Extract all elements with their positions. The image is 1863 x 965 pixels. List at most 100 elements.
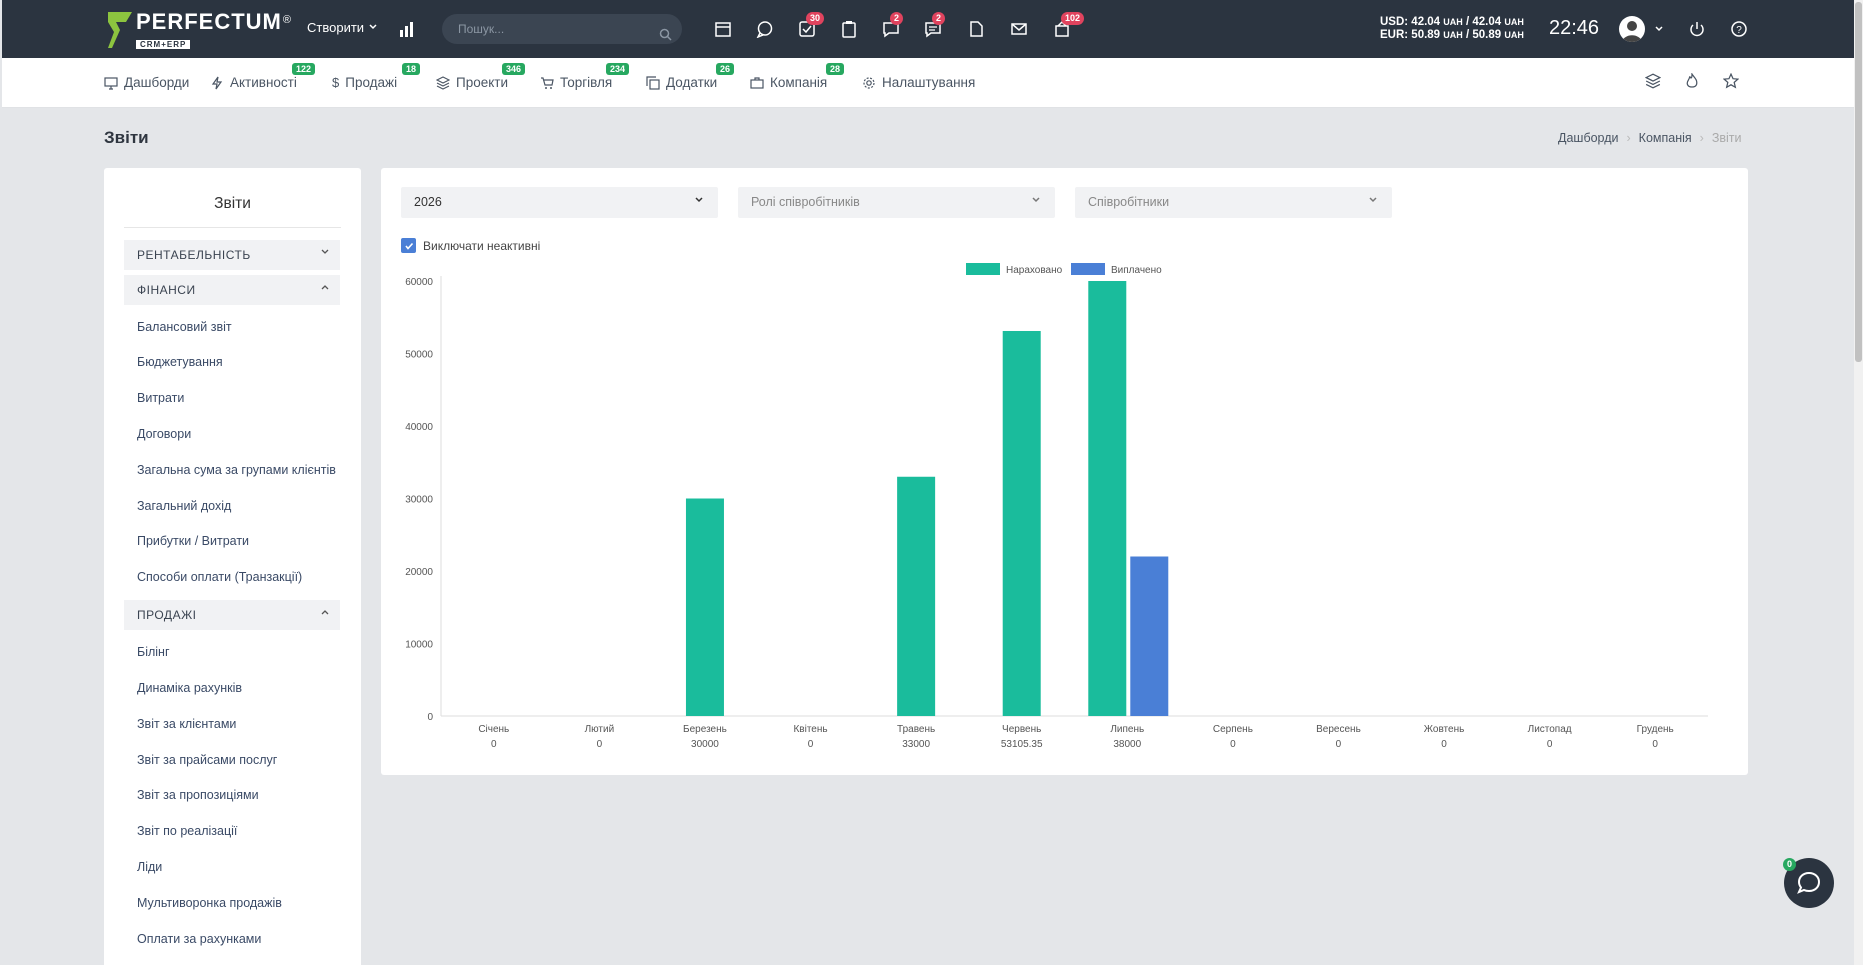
comments-icon[interactable]: 2 [880, 12, 904, 40]
bar-accrued [1088, 281, 1127, 716]
section-label: РЕНТАБЕЛЬНІСТЬ [137, 248, 251, 262]
y-tick-label: 40000 [405, 422, 433, 433]
x-tick-total: 0 [808, 739, 814, 750]
sidebar-link[interactable]: Оплати за рахунками [137, 932, 261, 946]
briefcase-icon [750, 76, 764, 89]
usd-rate: USD: 42.04 [1380, 16, 1441, 28]
x-tick-label: Березень [683, 724, 727, 735]
nav-addons[interactable]: Додатки 26 [646, 63, 735, 90]
x-tick-label: Січень [478, 724, 509, 735]
nav-projects[interactable]: Проекти 346 [436, 63, 526, 90]
eur-rate: EUR: 50.89 [1380, 29, 1441, 41]
bar-accrued [1002, 330, 1041, 716]
clock: 22:46 [1549, 17, 1600, 39]
nav-label: Продажі [345, 75, 398, 90]
sidebar-link[interactable]: Загальна сума за групами клієнтів [137, 463, 336, 477]
sidebar-link[interactable]: Способи оплати (Транзакції) [137, 570, 302, 584]
section-sales[interactable]: ПРОДАЖІ [124, 600, 340, 630]
usd-unit-2: UAH [1504, 17, 1524, 27]
x-tick-label: Жовтень [1424, 724, 1465, 735]
avatar[interactable] [1619, 16, 1645, 42]
chevron-down-icon[interactable] [1648, 18, 1670, 40]
nav-badge: 346 [502, 63, 526, 75]
x-tick-label: Серпень [1213, 724, 1253, 735]
calendar-icon[interactable] [712, 18, 734, 40]
create-button[interactable]: Створити [307, 20, 378, 35]
document-icon[interactable] [965, 18, 987, 40]
x-tick-total: 53105.35 [1001, 739, 1043, 750]
breadcrumb-item[interactable]: Компанія [1639, 131, 1692, 145]
nav-label: Компанія [770, 75, 828, 90]
sidebar-link[interactable]: Прибутки / Витрати [137, 534, 249, 548]
sidebar-link[interactable]: Звіт за прайсами послуг [137, 753, 277, 767]
section-profitability[interactable]: РЕНТАБЕЛЬНІСТЬ [124, 240, 340, 270]
svg-text:?: ? [1736, 25, 1742, 36]
sidebar-link[interactable]: Білінг [137, 645, 170, 659]
y-tick-label: 10000 [405, 640, 433, 651]
cart-icon [541, 76, 554, 89]
x-tick-label: Липень [1110, 724, 1144, 735]
logo-word: PERFECTUM [136, 9, 282, 34]
chevron-up-icon [320, 275, 330, 305]
chat-bubble-icon[interactable] [754, 18, 776, 40]
messages-icon[interactable]: 2 [922, 12, 946, 40]
nav-company[interactable]: Компанія 28 [750, 63, 845, 90]
sidebar-link[interactable]: Договори [137, 427, 191, 441]
sidebar-link[interactable]: Загальний дохід [137, 499, 231, 513]
nav-activities[interactable]: Активності 122 [210, 63, 316, 90]
monitor-icon [104, 76, 118, 90]
scrollbar-thumb[interactable] [1855, 2, 1862, 362]
layers-icon [436, 75, 450, 90]
x-tick-total: 33000 [902, 739, 930, 750]
help-icon[interactable]: ? [1728, 18, 1750, 40]
sidebar-link[interactable]: Динаміка рахунків [137, 681, 242, 695]
power-icon[interactable] [1686, 18, 1708, 40]
layers-icon[interactable] [1642, 70, 1664, 92]
search-input[interactable]: Пошук... [442, 14, 682, 44]
divider [124, 227, 341, 228]
x-tick-label: Грудень [1637, 724, 1674, 735]
sidebar-link[interactable]: Звіт по реалізації [137, 824, 237, 838]
x-tick-total: 0 [597, 739, 603, 750]
nav-trade[interactable]: Торгівля 234 [540, 63, 630, 90]
nav-settings[interactable]: Налаштування [862, 75, 975, 90]
nav-badge: 26 [716, 63, 735, 75]
nav-label: Дашборди [124, 75, 190, 90]
clipboard-icon[interactable] [838, 18, 860, 40]
fire-icon[interactable] [1681, 70, 1703, 92]
sidebar-link[interactable]: Мультиворонка продажів [137, 896, 282, 910]
x-tick-label: Травень [897, 724, 935, 735]
sidebar-link[interactable]: Звіт за пропозиціями [137, 788, 259, 802]
eur-unit: UAH [1443, 30, 1463, 40]
logo-mark-icon [106, 10, 132, 48]
star-icon[interactable] [1720, 70, 1742, 92]
x-tick-total: 0 [1336, 739, 1342, 750]
logo[interactable]: PERFECTUM® CRM+ERP [106, 10, 291, 52]
nav-badge: 18 [402, 63, 421, 75]
currency-rates: USD: 42.04 UAH / 42.04 UAH EUR: 50.89 UA… [1380, 16, 1524, 42]
bar-accrued [685, 498, 724, 716]
nav-label: Активності [230, 75, 297, 90]
sidebar-link[interactable]: Витрати [137, 391, 184, 405]
chevron-down-icon [368, 20, 378, 35]
eur-rate-2: / 50.89 [1466, 29, 1502, 41]
salary-bar-chart: 0 10000 20000 30000 40000 50000 60000 Січень 0 Лю… [405, 263, 1708, 750]
bolt-icon [211, 76, 223, 89]
nav-label: Проекти [456, 75, 509, 90]
breadcrumb-item[interactable]: Дашборди [1558, 131, 1619, 145]
nav-sales[interactable]: $ Продажі 18 [332, 63, 421, 90]
tasks-icon[interactable]: 30 [796, 12, 825, 40]
sidebar-link[interactable]: Бюджетування [137, 355, 223, 369]
logo-reg: ® [282, 13, 291, 26]
mail-icon[interactable] [1008, 18, 1030, 40]
section-finance[interactable]: ФІНАНСИ [124, 275, 340, 305]
nav-label: Додатки [666, 75, 718, 90]
sidebar-link[interactable]: Звіт за клієнтами [137, 717, 236, 731]
notifications-icon[interactable]: 102 [1051, 12, 1085, 40]
bar-chart-icon[interactable] [396, 18, 418, 40]
sidebar-link[interactable]: Ліди [137, 860, 162, 874]
copy-icon [646, 75, 660, 90]
sidebar-link[interactable]: Балансовий звіт [137, 320, 232, 334]
x-tick-label: Листопад [1528, 724, 1572, 735]
nav-dashboards[interactable]: Дашборди [104, 75, 189, 90]
